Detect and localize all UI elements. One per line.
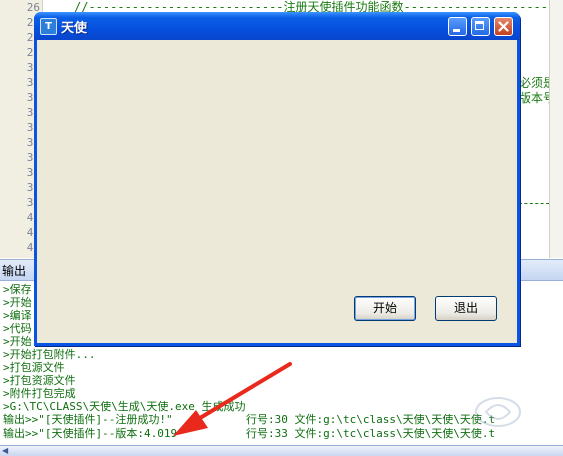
angel-dialog-window[interactable]: T 天使 开始 退出 — [34, 12, 520, 346]
dialog-client-area: 开始 退出 — [37, 40, 517, 343]
output-line: 输出>>"[天使插件]--注册成功!" 行号:30 文件:g:\tc\class\… — [3, 413, 496, 426]
output-line: >开始 — [3, 296, 32, 309]
maximize-button[interactable] — [471, 17, 490, 36]
quit-button[interactable]: 退出 — [435, 296, 497, 321]
minimize-icon — [453, 29, 460, 32]
output-panel-title: 输出 — [2, 264, 27, 278]
output-line: >开始打包附件... — [3, 348, 96, 361]
output-line: 输出>>"[天使插件]--版本:4.019" 行号:33 文件:g:\tc\cla… — [3, 427, 496, 440]
output-horizontal-scrollbar[interactable]: ◀ — [0, 445, 563, 456]
start-button[interactable]: 开始 — [354, 296, 416, 321]
dialog-title-bar[interactable]: T 天使 — [34, 12, 520, 40]
maximize-icon — [475, 21, 484, 30]
output-line: >G:\TC\CLASS\天使\生成\天使.exe 生成成功 — [3, 400, 246, 413]
minimize-button[interactable] — [448, 17, 467, 36]
watermark-logo — [475, 397, 521, 427]
dialog-title: 天使 — [61, 21, 88, 36]
output-line: >打包源文件 — [3, 361, 65, 374]
close-icon — [498, 21, 509, 32]
close-button[interactable] — [494, 17, 513, 36]
output-line: >代码 — [3, 322, 32, 335]
output-line: >编译 — [3, 309, 32, 322]
code-divider — [519, 203, 549, 204]
angel-app-icon: T — [40, 18, 57, 35]
editor-vertical-scrollbar[interactable] — [549, 0, 563, 258]
output-line: >附件打包完成 — [3, 387, 76, 400]
output-line: >保存 — [3, 283, 32, 296]
output-line: >开始 — [3, 335, 32, 348]
output-line: >打包资源文件 — [3, 374, 76, 387]
line-number: 26 — [26, 1, 40, 14]
